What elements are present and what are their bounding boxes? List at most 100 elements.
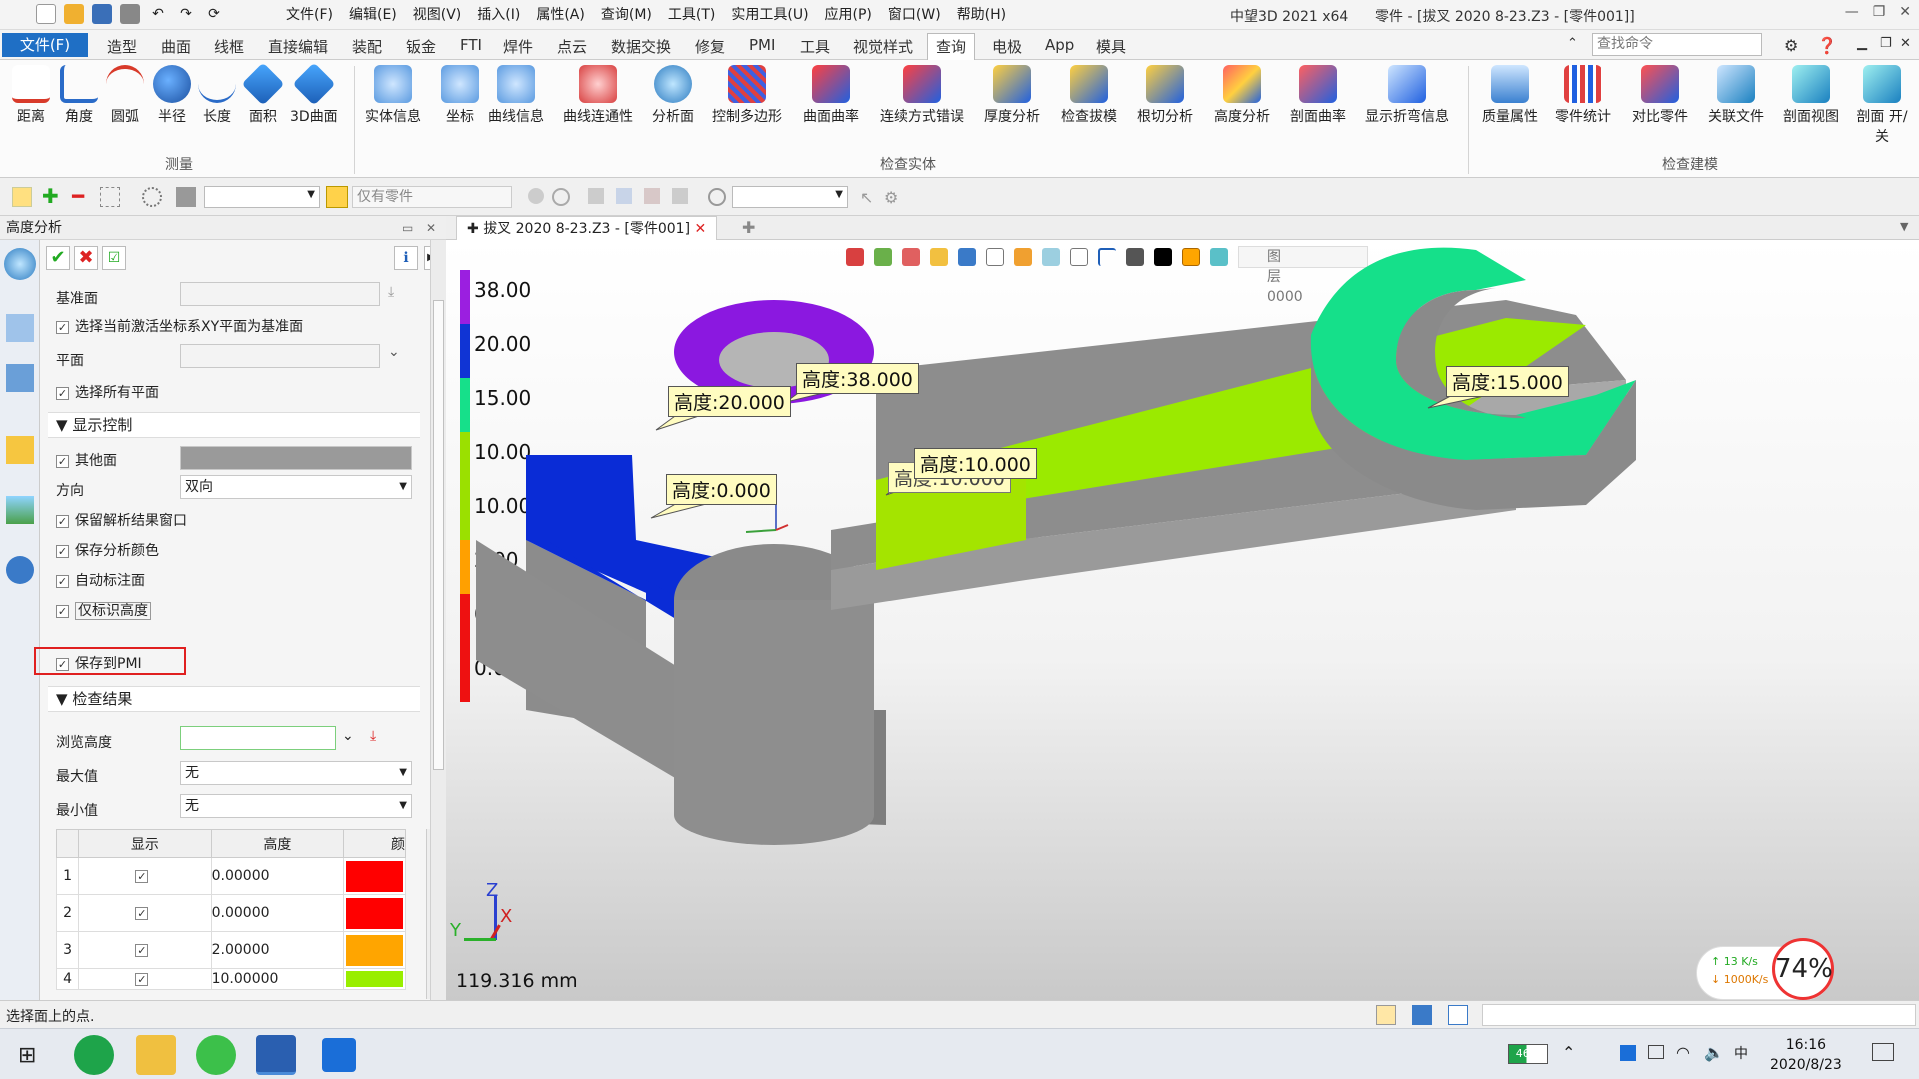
view-dropdown[interactable]: ▼ xyxy=(732,186,848,208)
angle-button[interactable]: 角度 xyxy=(60,65,98,126)
tab-query[interactable]: 查询 xyxy=(927,33,976,61)
battery-indicator[interactable]: 46% xyxy=(1508,1044,1548,1064)
tab-pointcloud[interactable]: 点云 xyxy=(557,36,587,57)
max-select[interactable]: 无 ▼ xyxy=(180,761,412,785)
status-display-icon[interactable] xyxy=(1412,1005,1432,1025)
select-all-planes-option[interactable]: ✓ 选择所有平面 xyxy=(56,382,159,402)
command-search-input[interactable]: 查找命令 xyxy=(1592,33,1762,56)
row-color-cell[interactable] xyxy=(343,968,406,990)
settings-icon[interactable]: ⚙ xyxy=(1784,36,1798,55)
doc-close-icon[interactable]: ✕ xyxy=(1900,36,1911,51)
callout-height-15[interactable]: 高度:15.000 xyxy=(1446,366,1569,397)
zw3d-icon[interactable] xyxy=(256,1035,296,1075)
filter-icon[interactable] xyxy=(176,187,196,207)
filter-dropdown[interactable]: 仅有零件 xyxy=(352,186,512,208)
select-all-planes-checkbox[interactable]: ✓ xyxy=(56,386,69,400)
auto-label-option[interactable]: ✓ 自动标注面 xyxy=(56,570,145,590)
tab-electrode[interactable]: 电极 xyxy=(992,36,1022,57)
part-icon[interactable] xyxy=(6,436,34,464)
only-height-checkbox[interactable]: ✓ xyxy=(56,604,69,618)
part-model[interactable] xyxy=(446,240,1919,1000)
double-chevron-down-icon[interactable]: ⌄ xyxy=(388,344,400,360)
help-icon[interactable]: ❓ xyxy=(1817,36,1837,55)
draft-check-button[interactable]: 检查拔模 xyxy=(1061,65,1117,126)
image-icon[interactable] xyxy=(6,496,34,524)
undo-icon[interactable]: ↶ xyxy=(148,4,168,24)
section-display-control[interactable]: ▼ 显示控制 xyxy=(48,412,420,438)
menu-help[interactable]: 帮助(H) xyxy=(949,5,1014,25)
file-explorer-icon[interactable] xyxy=(136,1035,176,1075)
save-icon[interactable] xyxy=(92,4,112,24)
collapse-ribbon-icon[interactable]: ⌃ xyxy=(1567,36,1578,51)
keep-color-option[interactable]: ✓ 保存分析颜色 xyxy=(56,540,159,560)
row-color-swatch[interactable] xyxy=(346,934,403,966)
remove-icon[interactable]: ━ xyxy=(72,186,84,206)
row-color-swatch[interactable] xyxy=(346,897,403,929)
status-list-icon[interactable] xyxy=(1448,1005,1468,1025)
ime-icon[interactable]: 中 xyxy=(1734,1043,1748,1063)
solid-info-button[interactable]: 实体信息 xyxy=(365,65,421,126)
tab-weldment[interactable]: 焊件 xyxy=(503,36,533,57)
part-filter-icon[interactable] xyxy=(326,186,348,208)
tab-repair[interactable]: 修复 xyxy=(695,36,725,57)
pin-icon[interactable]: ▭ xyxy=(402,216,413,240)
cancel-x-icon[interactable]: ✖ xyxy=(74,246,98,270)
other-faces-option[interactable]: ✓ 其他面 xyxy=(56,450,117,470)
office-icon[interactable] xyxy=(322,1038,356,1072)
menu-insert[interactable]: 插入(I) xyxy=(469,5,528,25)
row-color-swatch[interactable] xyxy=(346,860,403,892)
row-display-checkbox[interactable]: ✓ xyxy=(135,906,149,920)
other-faces-color[interactable] xyxy=(180,446,412,470)
power-icon[interactable] xyxy=(1648,1045,1664,1059)
tab-file[interactable]: 文件(F) xyxy=(2,33,88,57)
callout-height-0[interactable]: 高度:0.000 xyxy=(666,474,777,505)
curve-connectivity-button[interactable]: 曲线连通性 xyxy=(563,65,633,126)
double-chevron-down-icon[interactable]: ⌄ xyxy=(342,728,354,744)
pick-point-icon[interactable]: ⤓ xyxy=(370,728,376,744)
boss-cylinder[interactable] xyxy=(674,600,874,815)
menu-query[interactable]: 查询(M) xyxy=(593,5,660,25)
mass-properties-button[interactable]: 质量属性 xyxy=(1482,65,1538,126)
tab-assembly[interactable]: 装配 xyxy=(352,36,382,57)
add-icon[interactable]: ✚ xyxy=(42,186,59,206)
select-pointer-icon[interactable] xyxy=(12,187,32,207)
menu-apps[interactable]: 应用(P) xyxy=(817,5,880,25)
section-toggle-button[interactable]: 剖面 开/关 xyxy=(1852,65,1912,146)
restore-icon[interactable]: ❐ xyxy=(1873,4,1886,20)
redo-icon[interactable]: ↷ xyxy=(176,4,196,24)
apply-icon[interactable]: ☑ xyxy=(102,246,126,270)
part-statistics-button[interactable]: 零件统计 xyxy=(1555,65,1611,126)
open-folder-icon[interactable] xyxy=(64,4,84,24)
row-display-checkbox[interactable]: ✓ xyxy=(135,869,149,883)
row-display-cell[interactable]: ✓ xyxy=(78,857,212,895)
col-display[interactable]: 显示 xyxy=(78,829,212,858)
only-height-option[interactable]: ✓ 仅标识高度 xyxy=(56,600,151,620)
thickness-analysis-button[interactable]: 厚度分析 xyxy=(984,65,1040,126)
notification-icon[interactable] xyxy=(1872,1043,1894,1061)
tab-close-icon[interactable]: ✕ xyxy=(695,221,707,237)
table-row[interactable]: 2 ✓ 0.00000 xyxy=(55,894,406,932)
tab-sheetmetal[interactable]: 钣金 xyxy=(406,36,436,57)
menu-edit[interactable]: 编辑(E) xyxy=(341,5,405,25)
keep-window-option[interactable]: ✓ 保留解析结果窗口 xyxy=(56,510,187,530)
browse-height-input[interactable] xyxy=(180,726,336,750)
network-percent[interactable]: 74% xyxy=(1772,938,1834,1000)
area-button[interactable]: 面积 xyxy=(241,62,285,126)
auto-label-checkbox[interactable]: ✓ xyxy=(56,574,69,588)
callout-height-10[interactable]: 高度:10.000 xyxy=(914,448,1037,479)
browser-icon[interactable] xyxy=(74,1035,114,1075)
col-color[interactable]: 颜 xyxy=(343,829,406,858)
min-select[interactable]: 无 ▼ xyxy=(180,794,412,818)
continuity-error-button[interactable]: 连续方式错误 xyxy=(880,65,964,126)
row-display-cell[interactable]: ✓ xyxy=(78,931,212,969)
tray-expand-icon[interactable]: ⌃ xyxy=(1562,1043,1575,1062)
use-active-xy-checkbox[interactable]: ✓ xyxy=(56,320,69,334)
table-row[interactable]: 1 ✓ 0.00000 xyxy=(55,857,406,895)
height-analysis-icon[interactable] xyxy=(4,248,36,280)
keep-window-checkbox[interactable]: ✓ xyxy=(56,514,69,528)
height-analysis-button[interactable]: 高度分析 xyxy=(1214,65,1270,126)
taskbar-clock[interactable]: 16:16 2020/8/23 xyxy=(1770,1035,1842,1075)
doc-restore-icon[interactable]: ❐ xyxy=(1880,36,1892,51)
row-color-cell[interactable] xyxy=(343,857,406,895)
bend-info-button[interactable]: 显示折弯信息 xyxy=(1365,65,1449,126)
